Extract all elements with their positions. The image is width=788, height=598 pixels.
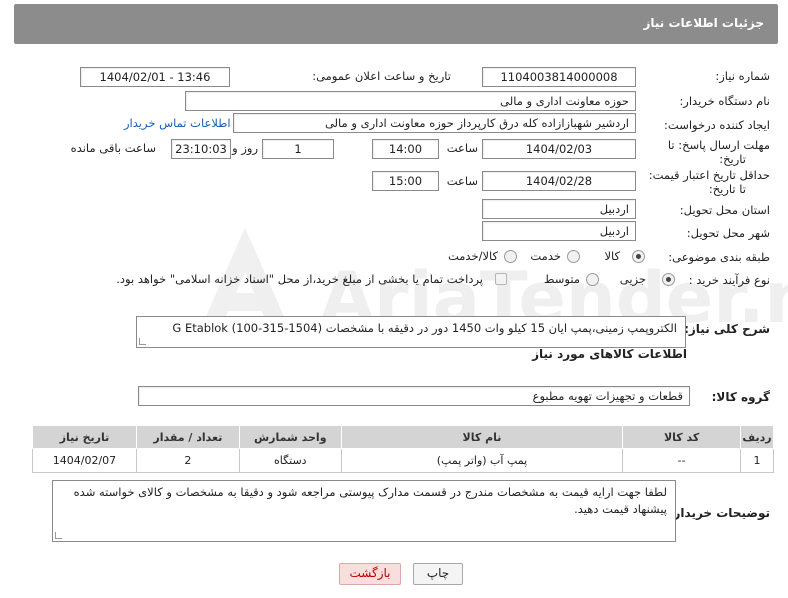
announce-field[interactable]: 1404/02/01 - 13:46 [80, 67, 230, 87]
need-number-field[interactable]: 1104003814000008 [482, 67, 636, 87]
description-text: الکتروپمپ زمینی،پمپ ایان 15 کیلو وات 145… [172, 321, 677, 335]
deadline-label: مهلت ارسال پاسخ: تا [667, 138, 770, 152]
deadline-label-date: تاریخ: [719, 152, 746, 166]
category-radio-service[interactable] [567, 250, 580, 263]
buyer-notes-text: لطفا جهت ارایه قیمت به مشخصات مندرج در ق… [73, 485, 667, 516]
table-header-row: ردیف کد کالا نام کالا واحد شمارش تعداد /… [32, 425, 774, 449]
creator-label: ایجاد کننده درخواست: [664, 118, 770, 132]
time-remaining-field[interactable]: 23:10:03 [171, 139, 231, 159]
cell-row-number: 1 [740, 448, 774, 473]
process-radio-medium[interactable] [586, 273, 599, 286]
city-label: شهر محل تحویل: [686, 226, 770, 240]
page-header: جزئیات اطلاعات نیاز [14, 4, 778, 44]
announce-label: تاریخ و ساعت اعلان عمومی: [312, 69, 451, 83]
need-number-label: شماره نیاز: [715, 69, 770, 83]
cell-unit: دستگاه [238, 448, 342, 473]
payment-note: پرداخت تمام یا بخشی از مبلغ خرید،از محل … [116, 272, 483, 286]
cell-quantity: 2 [135, 448, 240, 473]
province-label: استان محل تحویل: [679, 203, 770, 217]
col-header-unit: واحد شمارش [238, 425, 342, 449]
deadline-time-field[interactable]: 14:00 [372, 139, 439, 159]
cell-name: پمپ آب (واتر پمپ) [340, 448, 624, 473]
treasury-checkbox[interactable] [495, 273, 507, 285]
creator-field[interactable]: اردشیر شهبازازاده کله درق کارپرداز حوزه … [233, 113, 636, 133]
resize-grip-icon[interactable] [139, 338, 146, 345]
goods-group-field[interactable]: قطعات و تجهیزات تهویه مطبوع [138, 386, 690, 406]
description-label: شرح کلی نیاز: [684, 322, 770, 336]
page-title: جزئیات اطلاعات نیاز [643, 16, 764, 30]
category-option-goods-service: کالا/خدمت [447, 249, 498, 263]
col-header-name: نام کالا [340, 425, 624, 449]
days-remaining-field[interactable]: 1 [262, 139, 334, 159]
validity-label: حداقل تاریخ اعتبار قیمت: [648, 168, 770, 182]
col-header-quantity: تعداد / مقدار [135, 425, 240, 449]
goods-table: ردیف کد کالا نام کالا واحد شمارش تعداد /… [32, 425, 774, 473]
days-label: روز و [232, 141, 258, 155]
category-radio-goods-service[interactable] [504, 250, 517, 263]
category-option-goods: کالا [604, 249, 620, 263]
process-option-minor: جزیی [619, 272, 646, 286]
table-row[interactable]: 1 -- پمپ آب (واتر پمپ) دستگاه 2 1404/02/… [32, 448, 774, 473]
deadline-time-label: ساعت [446, 141, 478, 155]
print-button[interactable]: چاپ [413, 563, 463, 585]
goods-info-title: اطلاعات کالاهای مورد نیاز [532, 347, 687, 361]
buyer-notes-field[interactable]: لطفا جهت ارایه قیمت به مشخصات مندرج در ق… [52, 480, 676, 542]
category-label: طبقه بندی موضوعی: [668, 250, 770, 264]
cell-date: 1404/02/07 [32, 448, 137, 473]
validity-time-field[interactable]: 15:00 [372, 171, 439, 191]
province-field[interactable]: اردبیل [482, 199, 636, 219]
col-header-date: تاریخ نیاز [32, 425, 137, 449]
buyer-contact-link[interactable]: اطلاعات تماس خریدار [124, 116, 231, 130]
col-header-row-number: ردیف [740, 425, 774, 449]
category-radio-goods[interactable] [632, 250, 645, 263]
process-label: نوع فرآیند خرید : [688, 273, 770, 287]
process-option-medium: متوسط [543, 272, 580, 286]
cell-code: -- [622, 448, 742, 473]
resize-grip-icon[interactable] [55, 532, 62, 539]
goods-group-label: گروه کالا: [711, 390, 770, 404]
category-option-service: خدمت [530, 249, 561, 263]
time-remaining-label: ساعت باقی مانده [70, 141, 156, 155]
col-header-code: کد کالا [622, 425, 742, 449]
validity-label-date: تا تاریخ: [708, 182, 746, 196]
validity-date-field[interactable]: 1404/02/28 [482, 171, 636, 191]
buyer-notes-label: توضیحات خریدار: [668, 506, 770, 520]
buyer-field[interactable]: حوزه معاونت اداری و مالی [185, 91, 636, 111]
description-field[interactable]: الکتروپمپ زمینی،پمپ ایان 15 کیلو وات 145… [136, 316, 686, 348]
back-button[interactable]: بازگشت [339, 563, 401, 585]
buyer-label: نام دستگاه خریدار: [679, 94, 770, 108]
process-radio-minor[interactable] [662, 273, 675, 286]
validity-time-label: ساعت [446, 174, 478, 188]
deadline-date-field[interactable]: 1404/02/03 [482, 139, 636, 159]
city-field[interactable]: اردبیل [482, 221, 636, 241]
